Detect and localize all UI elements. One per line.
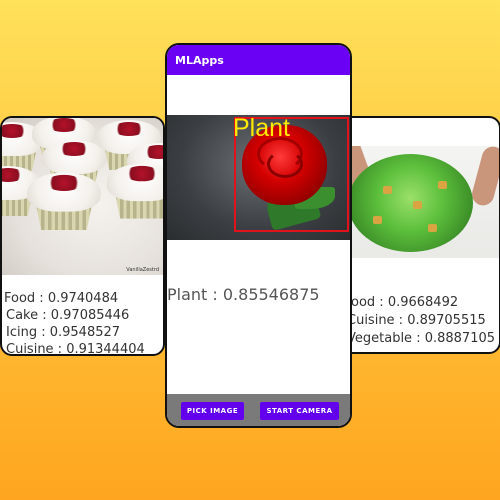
result-line: Cake : 0.97085446: [6, 308, 130, 323]
salad-image: [343, 146, 499, 258]
image-watermark: VanillaZestrd: [126, 267, 159, 273]
result-line: Food : 0.9740484: [4, 291, 119, 306]
detection-result: Plant : 0.85546875: [167, 285, 320, 304]
detection-label: Plant: [233, 115, 290, 142]
cupcake-image: VanillaZestrd: [2, 118, 163, 275]
start-camera-button[interactable]: START CAMERA: [260, 402, 339, 420]
result-line: Cuisine : 0.91344404: [6, 342, 145, 356]
classification-results: Food : 0.9668492 Cuisine : 0.89705515 Ve…: [344, 294, 495, 348]
result-line: Icing : 0.9548527: [6, 325, 121, 340]
bottom-button-bar: PICK IMAGE START CAMERA: [167, 394, 350, 426]
left-phone-screen: VanillaZestrd Food : 0.9740484 Cake : 0.…: [0, 116, 165, 356]
app-title: MLApps: [175, 53, 224, 67]
pick-image-button[interactable]: PICK IMAGE: [181, 402, 244, 420]
rose-image: Plant: [167, 115, 350, 240]
center-phone-screen: MLApps Plant Plant : 0.85546875 PICK IMA…: [165, 43, 352, 428]
result-line: Cuisine : 0.89705515: [347, 313, 486, 328]
result-line: Vegetable : 0.8887105: [347, 331, 496, 346]
result-line: Food : 0.9668492: [344, 295, 459, 310]
right-phone-screen: Food : 0.9668492 Cuisine : 0.89705515 Ve…: [341, 116, 500, 354]
app-bar: MLApps: [167, 45, 350, 75]
classification-results: Food : 0.9740484 Cake : 0.97085446 Icing…: [4, 290, 145, 356]
